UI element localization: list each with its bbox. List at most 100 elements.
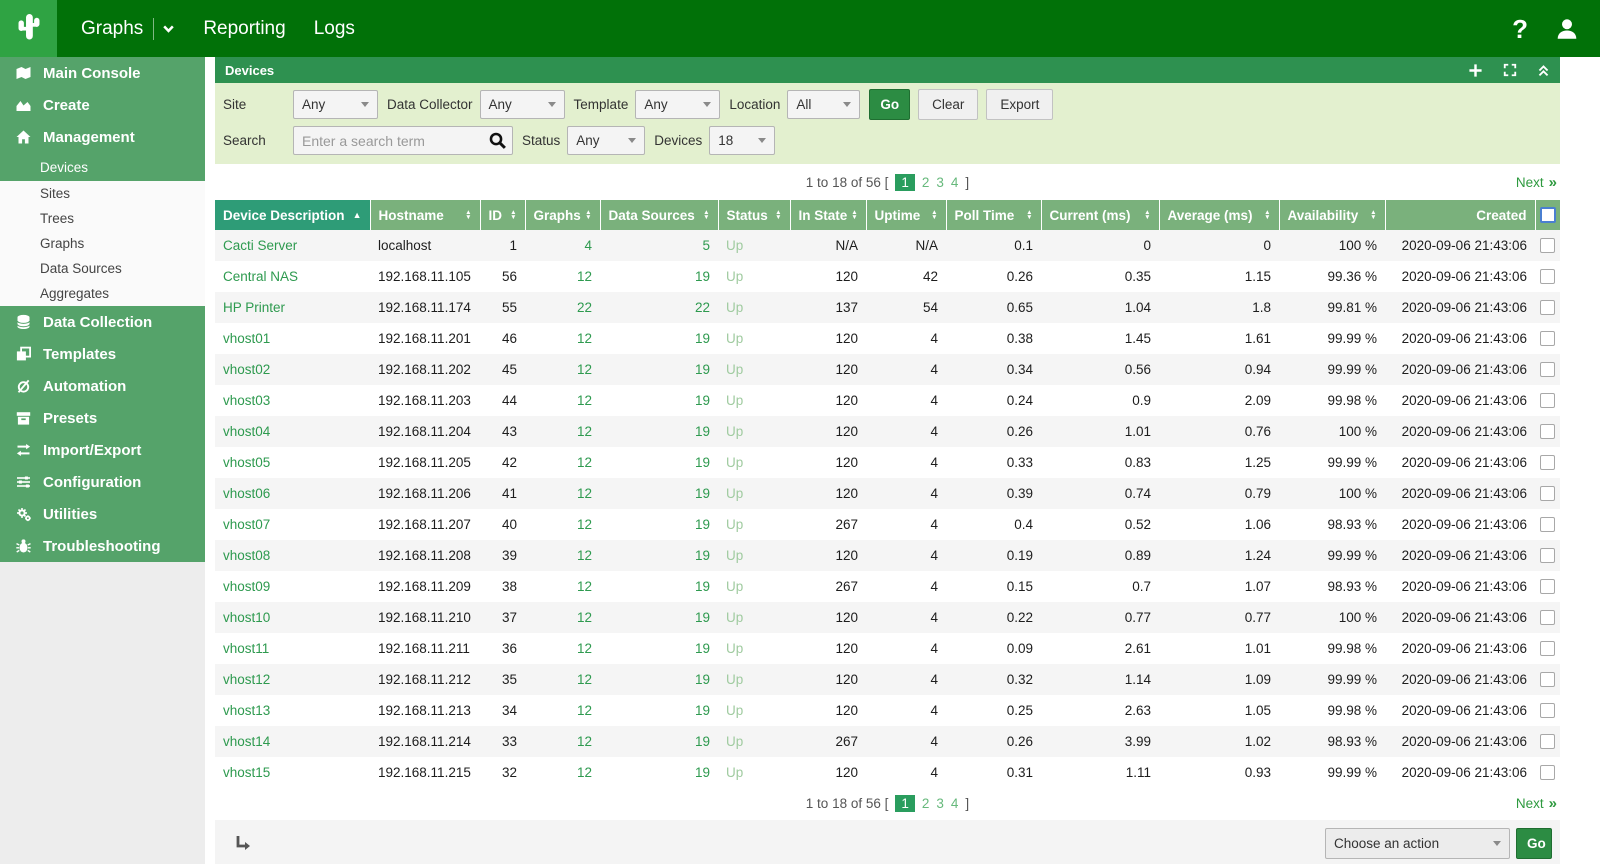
choose-action-dropdown[interactable]: Choose an action: [1325, 828, 1510, 859]
cell-graphs[interactable]: 12: [525, 757, 600, 788]
column-header-device-description[interactable]: Device Description▲: [215, 200, 370, 230]
cell-description[interactable]: vhost05: [215, 447, 370, 478]
page-link-3[interactable]: 3: [936, 175, 944, 190]
cell-data_sources[interactable]: 19: [600, 385, 718, 416]
cell-data_sources[interactable]: 19: [600, 757, 718, 788]
tab-logs[interactable]: Logs: [300, 0, 369, 57]
tab-reporting[interactable]: Reporting: [189, 0, 299, 57]
status-filter-dropdown[interactable]: Any: [567, 126, 645, 155]
cell-data_sources[interactable]: 19: [600, 633, 718, 664]
column-header-created[interactable]: Created: [1385, 200, 1535, 230]
search-input[interactable]: [293, 126, 513, 155]
cell-graphs[interactable]: 12: [525, 571, 600, 602]
cell-description[interactable]: vhost15: [215, 757, 370, 788]
column-header-average-ms[interactable]: Average (ms)▲▼: [1159, 200, 1279, 230]
sidebar-item-data-collection[interactable]: Data Collection: [0, 306, 205, 338]
cell-description[interactable]: HP Printer: [215, 292, 370, 323]
cell-graphs[interactable]: 12: [525, 540, 600, 571]
cell-data_sources[interactable]: 19: [600, 447, 718, 478]
sidebar-item-graphs[interactable]: Graphs: [0, 231, 205, 256]
cacti-logo[interactable]: [0, 0, 57, 57]
cell-data_sources[interactable]: 19: [600, 354, 718, 385]
cell-data_sources[interactable]: 19: [600, 478, 718, 509]
sidebar-item-templates[interactable]: Templates: [0, 338, 205, 370]
cell-description[interactable]: vhost06: [215, 478, 370, 509]
cell-description[interactable]: vhost03: [215, 385, 370, 416]
user-icon[interactable]: [1554, 16, 1580, 42]
collapse-panel-icon[interactable]: [1537, 64, 1550, 77]
data-collector-filter-dropdown[interactable]: Any: [480, 90, 565, 119]
cell-graphs[interactable]: 12: [525, 509, 600, 540]
cell-description[interactable]: vhost09: [215, 571, 370, 602]
page-current[interactable]: 1: [895, 174, 915, 191]
cell-description[interactable]: Cacti Server: [215, 230, 370, 261]
cell-data_sources[interactable]: 19: [600, 540, 718, 571]
sidebar-item-configuration[interactable]: Configuration: [0, 466, 205, 498]
cell-graphs[interactable]: 22: [525, 292, 600, 323]
cell-description[interactable]: vhost01: [215, 323, 370, 354]
column-header-graphs[interactable]: Graphs▲▼: [525, 200, 600, 230]
cell-graphs[interactable]: 12: [525, 385, 600, 416]
row-checkbox[interactable]: [1540, 610, 1555, 625]
row-checkbox[interactable]: [1540, 672, 1555, 687]
cell-graphs[interactable]: 12: [525, 695, 600, 726]
column-header-status[interactable]: Status▲▼: [718, 200, 790, 230]
page-link-4[interactable]: 4: [951, 796, 959, 811]
location-filter-dropdown[interactable]: All: [787, 90, 860, 119]
cell-data_sources[interactable]: 19: [600, 664, 718, 695]
select-all-checkbox[interactable]: [1540, 207, 1556, 223]
add-device-icon[interactable]: [1468, 63, 1483, 78]
cell-graphs[interactable]: 12: [525, 323, 600, 354]
fullscreen-icon[interactable]: [1503, 63, 1517, 77]
site-filter-dropdown[interactable]: Any: [293, 90, 378, 119]
column-header-in-state[interactable]: In State▲▼: [790, 200, 866, 230]
action-go-button[interactable]: Go: [1516, 828, 1552, 859]
sidebar-item-data-sources[interactable]: Data Sources: [0, 256, 205, 281]
next-page-link[interactable]: Next»: [1516, 795, 1556, 812]
cell-data_sources[interactable]: 19: [600, 261, 718, 292]
row-checkbox[interactable]: [1540, 517, 1555, 532]
template-filter-dropdown[interactable]: Any: [635, 90, 720, 119]
column-header-data-sources[interactable]: Data Sources▲▼: [600, 200, 718, 230]
cell-data_sources[interactable]: 19: [600, 726, 718, 757]
row-checkbox[interactable]: [1540, 579, 1555, 594]
sidebar-item-presets[interactable]: Presets: [0, 402, 205, 434]
cell-data_sources[interactable]: 5: [600, 230, 718, 261]
devices-per-page-dropdown[interactable]: 18: [709, 126, 775, 155]
cell-graphs[interactable]: 12: [525, 726, 600, 757]
cell-graphs[interactable]: 12: [525, 478, 600, 509]
sidebar-item-aggregates[interactable]: Aggregates: [0, 281, 205, 306]
row-checkbox[interactable]: [1540, 269, 1555, 284]
row-checkbox[interactable]: [1540, 765, 1555, 780]
row-checkbox[interactable]: [1540, 393, 1555, 408]
cell-graphs[interactable]: 4: [525, 230, 600, 261]
cell-description[interactable]: Central NAS: [215, 261, 370, 292]
cell-description[interactable]: vhost12: [215, 664, 370, 695]
cell-data_sources[interactable]: 19: [600, 509, 718, 540]
cell-data_sources[interactable]: 19: [600, 695, 718, 726]
cell-graphs[interactable]: 12: [525, 602, 600, 633]
row-checkbox[interactable]: [1540, 300, 1555, 315]
cell-description[interactable]: vhost08: [215, 540, 370, 571]
row-checkbox[interactable]: [1540, 238, 1555, 253]
sidebar-item-create[interactable]: Create: [0, 89, 205, 121]
cell-data_sources[interactable]: 19: [600, 323, 718, 354]
page-current[interactable]: 1: [895, 795, 915, 812]
cell-description[interactable]: vhost14: [215, 726, 370, 757]
cell-data_sources[interactable]: 19: [600, 571, 718, 602]
row-checkbox[interactable]: [1540, 486, 1555, 501]
next-page-link[interactable]: Next»: [1516, 174, 1556, 191]
sidebar-item-troubleshooting[interactable]: Troubleshooting: [0, 530, 205, 562]
cell-graphs[interactable]: 12: [525, 261, 600, 292]
cell-description[interactable]: vhost10: [215, 602, 370, 633]
column-header-hostname[interactable]: Hostname▲▼: [370, 200, 480, 230]
row-checkbox[interactable]: [1540, 641, 1555, 656]
column-header-current-ms[interactable]: Current (ms)▲▼: [1041, 200, 1159, 230]
chevron-down-icon[interactable]: [162, 22, 175, 35]
tab-graphs[interactable]: Graphs: [67, 0, 189, 57]
column-header-id[interactable]: ID▲▼: [480, 200, 525, 230]
sidebar-item-sites[interactable]: Sites: [0, 181, 205, 206]
sidebar-item-trees[interactable]: Trees: [0, 206, 205, 231]
row-checkbox[interactable]: [1540, 734, 1555, 749]
row-checkbox[interactable]: [1540, 455, 1555, 470]
